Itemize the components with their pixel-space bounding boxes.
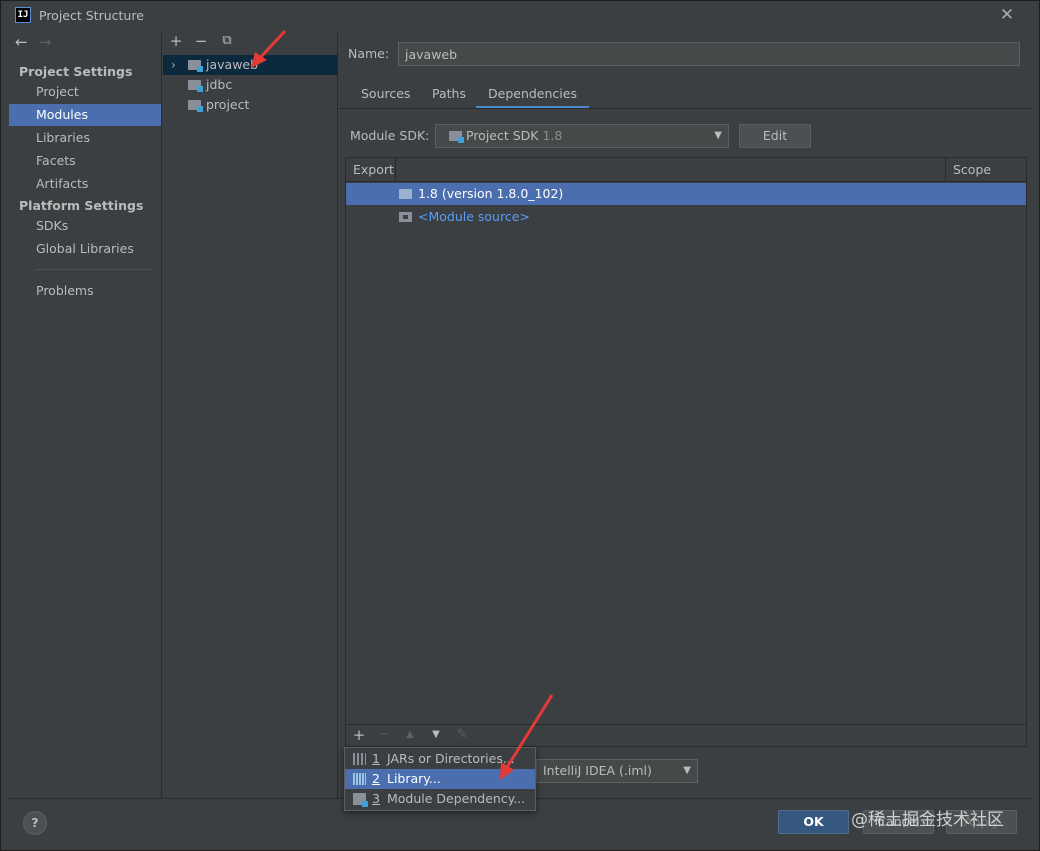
intellij-app-icon: IJ (15, 7, 31, 23)
tab-dependencies[interactable]: Dependencies (476, 81, 589, 109)
menu-item-number: 2 (372, 771, 380, 786)
project-settings-header: Project Settings (19, 64, 133, 79)
module-sdk-select[interactable]: Project SDK 1.8 ▼ (435, 124, 729, 148)
source-folder-icon (399, 212, 412, 222)
platform-settings-header: Platform Settings (19, 198, 144, 213)
settings-sidebar: ← → Project Settings Project Modules Lib… (9, 31, 162, 798)
column-header-export[interactable]: Export (346, 158, 396, 182)
column-header-name[interactable] (396, 158, 946, 182)
sidebar-item-global-libraries[interactable]: Global Libraries (9, 238, 161, 260)
menu-item-label: Library... (387, 771, 441, 786)
add-dependency-icon[interactable]: + (351, 726, 367, 744)
close-icon[interactable]: ✕ (997, 5, 1017, 25)
move-up-icon[interactable]: ▲ (402, 726, 418, 744)
watermark-text: @稀土掘金技术社区 (851, 810, 1004, 830)
add-dependency-menu: 1 JARs or Directories... 2 Library... 3 … (344, 747, 536, 811)
tree-item-jdbc[interactable]: jdbc (163, 75, 338, 95)
edit-pencil-icon[interactable]: ✎ (454, 726, 470, 744)
tree-item-label: jdbc (206, 77, 233, 92)
nav-arrows: ← → (15, 33, 59, 55)
library-icon (353, 773, 366, 785)
help-icon[interactable]: ? (23, 811, 47, 835)
forward-arrow-icon[interactable]: → (39, 33, 59, 51)
dependencies-storage-format-select[interactable]: IntelliJ IDEA (.iml) ▼ (536, 759, 698, 783)
sidebar-item-problems[interactable]: Problems (9, 280, 161, 302)
sidebar-item-libraries[interactable]: Libraries (9, 127, 161, 149)
window-title: Project Structure (39, 8, 144, 23)
module-icon (353, 793, 368, 807)
menu-item-module-dependency[interactable]: 3 Module Dependency... (345, 789, 535, 809)
jar-icon (353, 753, 366, 765)
sidebar-divider (35, 269, 153, 270)
dependencies-table: Export Scope 1.8 (version 1.8.0_102) <Mo… (345, 157, 1027, 725)
title-bar: IJ Project Structure ✕ (1, 1, 1039, 31)
module-tree-pane: + − ⧉ › javaweb jdbc project (163, 31, 338, 798)
remove-module-icon[interactable]: − (193, 31, 209, 51)
dropdown-arrow-icon: ▼ (714, 130, 722, 141)
copy-module-icon[interactable]: ⧉ (219, 31, 235, 51)
module-tree-toolbar: + − ⧉ (163, 31, 338, 53)
dependency-name: 1.8 (version 1.8.0_102) (418, 186, 564, 201)
menu-item-number: 1 (372, 751, 380, 766)
move-down-icon[interactable]: ▼ (428, 726, 444, 744)
ok-button[interactable]: OK (778, 810, 849, 834)
module-sdk-label: Module SDK: (350, 128, 430, 143)
add-module-icon[interactable]: + (168, 31, 184, 51)
table-row[interactable]: 1.8 (version 1.8.0_102) (346, 183, 1026, 205)
column-header-scope[interactable]: Scope (946, 158, 1026, 182)
sidebar-item-project[interactable]: Project (9, 81, 161, 103)
dropdown-arrow-icon: ▼ (683, 765, 691, 776)
menu-item-label: JARs or Directories... (387, 751, 515, 766)
sdk-folder-icon (399, 189, 412, 199)
tab-sources[interactable]: Sources (349, 81, 422, 109)
menu-item-library[interactable]: 2 Library... (345, 769, 535, 789)
edit-sdk-button[interactable]: Edit (739, 124, 811, 148)
tree-item-project[interactable]: project (163, 95, 338, 115)
sdk-version: 1.8 (542, 128, 563, 143)
back-arrow-icon[interactable]: ← (15, 33, 35, 51)
menu-item-label: Module Dependency... (387, 791, 526, 806)
tab-separator (339, 108, 1033, 109)
dependency-name: <Module source> (418, 209, 530, 224)
menu-item-jars-or-directories[interactable]: 1 JARs or Directories... (345, 749, 535, 769)
name-label: Name: (348, 46, 390, 61)
sidebar-item-artifacts[interactable]: Artifacts (9, 173, 161, 195)
project-structure-dialog: IJ Project Structure ✕ ← → Project Setti… (0, 0, 1040, 851)
module-folder-icon (188, 80, 203, 92)
sdk-folder-icon (449, 131, 464, 143)
sidebar-item-modules[interactable]: Modules (9, 104, 161, 126)
module-name-input[interactable] (398, 42, 1020, 66)
menu-item-number: 3 (372, 791, 380, 806)
remove-dependency-icon[interactable]: − (376, 726, 392, 744)
tree-item-label: project (206, 97, 250, 112)
dependencies-toolbar: + − ▲ ▼ ✎ (345, 725, 1027, 747)
sidebar-item-sdks[interactable]: SDKs (9, 215, 161, 237)
tree-item-javaweb[interactable]: › javaweb (163, 55, 338, 75)
module-details-pane: Name: Sources Paths Dependencies Module … (339, 31, 1033, 798)
format-value: IntelliJ IDEA (.iml) (543, 763, 652, 778)
sdk-name: Project SDK (466, 128, 539, 143)
module-folder-icon (188, 60, 203, 72)
table-row[interactable]: <Module source> (346, 206, 1026, 228)
module-folder-icon (188, 100, 203, 112)
sidebar-item-facets[interactable]: Facets (9, 150, 161, 172)
tree-item-label: javaweb (206, 57, 259, 72)
tab-paths[interactable]: Paths (420, 81, 478, 109)
chevron-right-icon[interactable]: › (171, 55, 181, 75)
